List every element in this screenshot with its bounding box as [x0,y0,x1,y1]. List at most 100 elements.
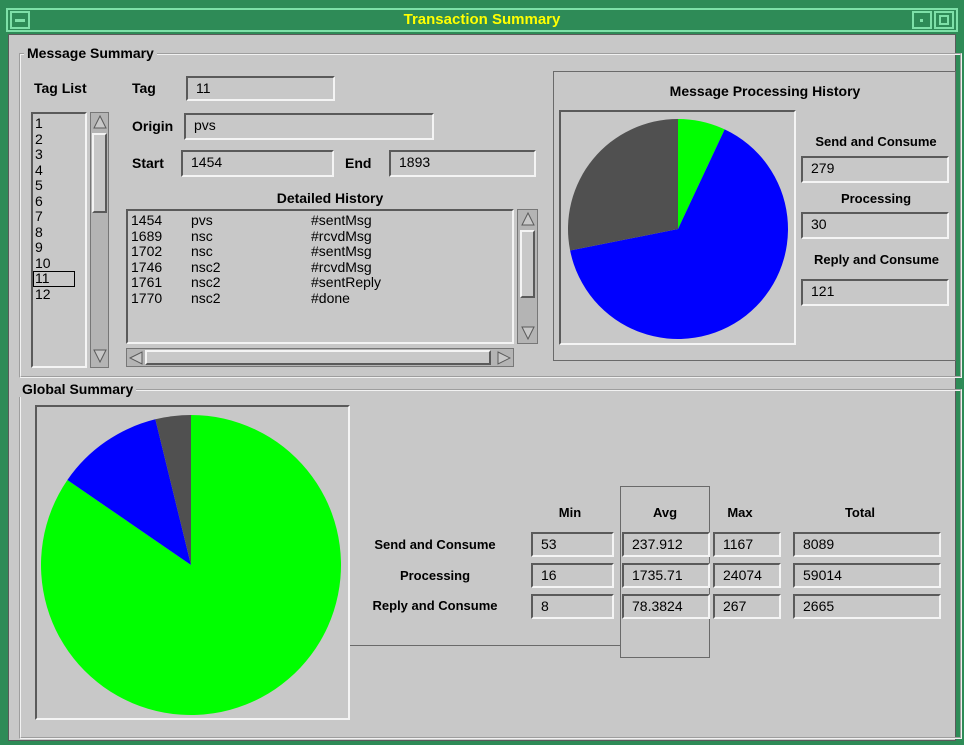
menu-bar-icon [15,19,25,22]
history-row[interactable]: 1454 pvs #sentMsg [131,213,511,229]
global-processing-total[interactable]: 59014 [793,563,941,588]
maximize-button[interactable] [934,11,954,29]
global-send-total[interactable]: 8089 [793,532,941,557]
detailed-history-label: Detailed History [276,190,384,206]
global-pie-box [35,405,350,720]
history-scroll-thumb[interactable] [520,230,535,298]
history-event: #rcvdMsg [311,258,372,275]
end-field[interactable]: 1893 [389,150,536,177]
global-reply-max[interactable]: 267 [713,594,781,619]
window-menu-button[interactable] [10,11,30,29]
tag-field[interactable]: 11 [186,76,335,101]
tag-label: Tag [132,80,156,96]
history-event: #sentMsg [311,243,372,259]
tag-list-item[interactable]: 6 [33,193,85,210]
tag-list-item[interactable]: 1 [33,116,85,132]
window-title: Transaction Summary [403,11,561,28]
history-row[interactable]: 1702 nsc #sentMsg [131,244,511,260]
global-processing-min[interactable]: 16 [531,563,614,588]
global-send-consume-label: Send and Consume [374,537,496,552]
global-processing-label: Processing [399,568,471,583]
global-send-avg[interactable]: 237.912 [622,532,710,557]
history-row[interactable]: 1770 nsc2 #done [131,289,511,307]
minimize-button[interactable] [912,11,932,29]
scroll-left-icon[interactable] [129,351,143,365]
history-horizontal-scrollbar[interactable] [126,348,514,367]
global-processing-avg[interactable]: 1735.71 [622,563,710,588]
origin-label: Origin [132,118,174,134]
message-pie-chart [568,119,788,339]
scroll-up-icon[interactable] [521,212,535,226]
history-hscroll-thumb[interactable] [145,350,491,365]
end-label: End [345,155,372,171]
detailed-history-list[interactable]: 1454 pvs #sentMsg 1689 nsc #rcvdMsg 1702 nsc #se… [126,209,514,344]
max-column-header: Max [727,505,753,520]
global-reply-avg[interactable]: 78.3824 [622,594,710,619]
tag-list-item[interactable]: 12 [33,286,85,303]
history-node: pvs [191,212,213,228]
global-summary-label: Global Summary [19,381,137,397]
history-time: 1702 [131,243,163,259]
send-consume-field[interactable]: 279 [801,156,949,183]
start-label: Start [132,155,164,171]
history-node: nsc [191,243,213,259]
tag-list[interactable]: 1 2 3 4 5 6 7 8 9 10 11 12 [31,112,87,368]
history-row[interactable]: 1761 nsc2 #sentReply [131,275,511,291]
history-row[interactable]: 1689 nsc #rcvdMsg [131,227,511,245]
scroll-up-icon[interactable] [93,115,107,129]
history-event: #sentReply [311,274,382,290]
history-time: 1770 [131,289,163,306]
pie-slice-reply-and-consume [568,119,678,251]
title-bar[interactable]: Transaction Summary [6,8,958,32]
scroll-down-icon[interactable] [521,326,535,340]
global-send-max[interactable]: 1167 [713,532,781,557]
origin-field[interactable]: pvs [184,113,434,140]
history-event: #done [311,289,350,306]
tag-list-item[interactable]: 2 [33,131,85,148]
tag-list-scroll-thumb[interactable] [92,133,107,213]
global-pie-chart [40,415,341,715]
processing-label: Processing [840,191,912,206]
global-reply-consume-label: Reply and Consume [372,598,498,613]
history-node: nsc2 [191,289,221,306]
min-column-header: Min [558,505,582,520]
tag-list-item[interactable]: 7 [33,209,85,225]
start-field[interactable]: 1454 [181,150,334,177]
history-event: #sentMsg [311,212,372,228]
history-rows: 1454 pvs #sentMsg 1689 nsc #rcvdMsg 1702 nsc #se… [131,213,511,306]
history-node: nsc2 [191,258,221,275]
tag-list-item[interactable]: 9 [33,240,85,256]
scroll-right-icon[interactable] [497,351,511,365]
maximize-icon [939,15,949,25]
tag-list-item[interactable]: 10 [33,255,85,272]
history-vertical-scrollbar[interactable] [517,209,538,344]
tag-list-item[interactable]: 3 [33,147,85,163]
history-time: 1689 [131,227,163,244]
global-send-min[interactable]: 53 [531,532,614,557]
message-processing-history-title: Message Processing History [669,83,861,99]
tag-list-item[interactable]: 5 [33,178,85,194]
tag-list-items: 1 2 3 4 5 6 7 8 9 10 11 12 [33,116,85,302]
history-row[interactable]: 1746 nsc2 #rcvdMsg [131,258,511,276]
tag-list-scrollbar[interactable] [90,112,109,368]
total-column-header: Total [844,505,876,520]
history-time: 1746 [131,258,163,275]
history-node: nsc2 [191,274,221,290]
tag-list-item[interactable]: 11 [33,271,75,287]
avg-column-header: Avg [652,505,678,520]
global-reply-total[interactable]: 2665 [793,594,941,619]
scroll-down-icon[interactable] [93,349,107,363]
history-time: 1761 [131,274,163,290]
processing-field[interactable]: 30 [801,212,949,239]
global-processing-max[interactable]: 24074 [713,563,781,588]
reply-consume-field[interactable]: 121 [801,279,949,306]
table-divider [350,645,620,646]
tag-list-label: Tag List [34,80,87,96]
message-pie-box [559,110,796,345]
tag-list-item[interactable]: 8 [33,224,85,241]
tag-list-item[interactable]: 4 [33,162,85,179]
global-reply-min[interactable]: 8 [531,594,614,619]
minimize-icon [920,19,923,22]
history-event: #rcvdMsg [311,227,372,244]
history-node: nsc [191,227,213,244]
